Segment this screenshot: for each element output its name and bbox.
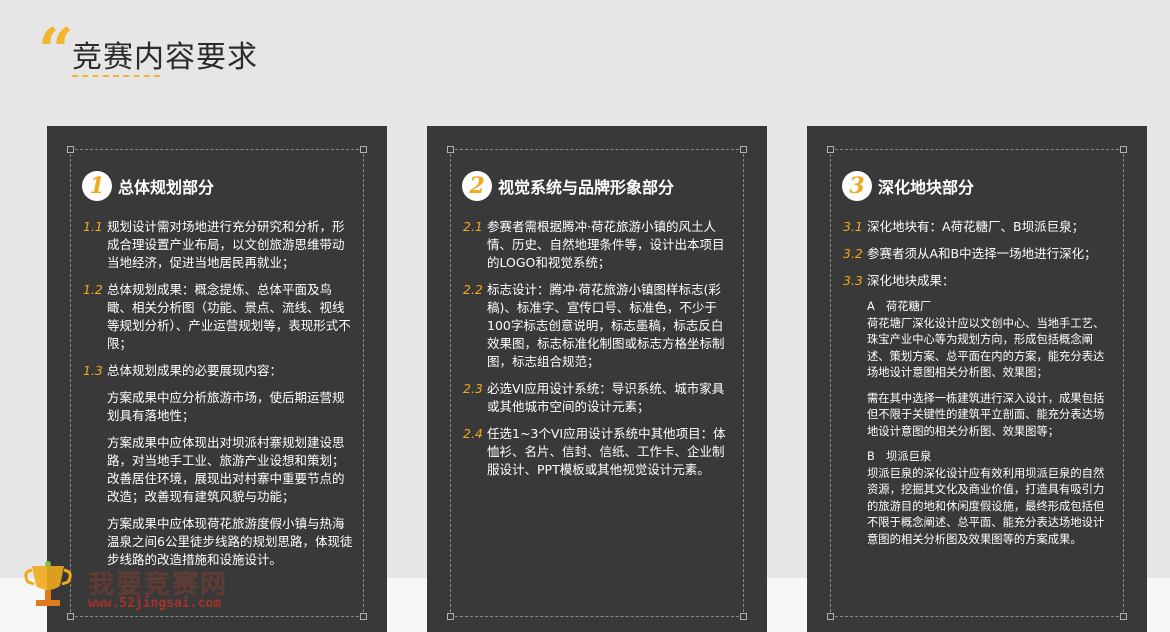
sub-paragraph: 方案成果中应体现出对坝派村寨规划建设思路，对当地手工业、旅游产业设想和策划；改善… <box>107 435 345 504</box>
list-item: 1.2 总体规划成果：概念提炼、总体平面及鸟瞰、相关分析图（功能、景点、流线、视… <box>83 281 355 353</box>
item-number: 3.1 <box>843 219 863 234</box>
card-title: 深化地块部分 <box>878 178 975 197</box>
trophy-logo-icon <box>24 561 72 606</box>
list-item: 2.1 参赛者需根据腾冲·荷花旅游小镇的风土人情、历史、自然地理条件等，设计出本… <box>463 218 735 272</box>
item-number: 1.1 <box>83 219 103 234</box>
frame-corner <box>447 613 454 620</box>
list-item: 2.3 必选VI应用设计系统：导识系统、城市家具或其他城市空间的设计元素； <box>463 380 735 416</box>
card-header: 3 深化地块部分 <box>842 170 974 202</box>
list-item: 1.3 总体规划成果的必要展现内容： <box>83 362 355 380</box>
number-badge: 3 <box>842 171 872 201</box>
list-item: 2.2 标志设计：腾冲·荷花旅游小镇图样标志(彩稿)、标准字、宣传口号、标准色，… <box>463 281 735 371</box>
frame-corner <box>1120 613 1127 620</box>
card-title: 视觉系统与品牌形象部分 <box>498 178 675 197</box>
list-item: 1.1 规划设计需对场地进行充分研究和分析，形成合理设置产业布局，以文创旅游思维… <box>83 218 355 272</box>
item-text: 规划设计需对场地进行充分研究和分析，形成合理设置产业布局，以文创旅游思维带动当地… <box>107 219 345 270</box>
item-text: 参赛者须从A和B中选择一场地进行深化； <box>867 246 1097 261</box>
list-item: 3.3 深化地块成果： <box>843 272 1115 290</box>
item-number: 2.1 <box>463 219 483 234</box>
sub-text: 坝派巨泉的深化设计应有效利用坝派巨泉的自然资源，挖掘其文化及商业价值，打造具有吸… <box>867 466 1105 546</box>
card-header: 2 视觉系统与品牌形象部分 <box>462 170 674 202</box>
number-badge: 1 <box>82 171 112 201</box>
card-visual-system: 2 视觉系统与品牌形象部分 2.1 参赛者需根据腾冲·荷花旅游小镇的风土人情、历… <box>427 126 767 632</box>
item-text: 任选1~3个VI应用设计系统中其他项目：体恤衫、名片、信封、信纸、工作卡、企业制… <box>487 426 726 477</box>
sub-paragraph: A 荷花糖厂 荷花塘厂深化设计应以文创中心、当地手工艺、珠宝产业中心等为规划方向… <box>867 299 1115 382</box>
frame-corner <box>740 613 747 620</box>
card-header: 1 总体规划部分 <box>82 170 214 202</box>
frame-corner <box>740 146 747 153</box>
sub-heading: A 荷花糖厂 <box>867 300 932 313</box>
sub-text: 需在其中选择一栋建筑进行深入设计，成果包括但不限于关键性的建筑平立剖面、能充分表… <box>867 391 1105 438</box>
page-title: 竞赛内容要求 <box>72 40 258 75</box>
frame-corner <box>447 146 454 153</box>
card-body: 1.1 规划设计需对场地进行充分研究和分析，形成合理设置产业布局，以文创旅游思维… <box>83 218 355 578</box>
card-deepening-plots: 3 深化地块部分 3.1 深化地块有：A荷花糖厂、B坝派巨泉； 3.2 参赛者须… <box>807 126 1147 632</box>
item-number: 2.2 <box>463 282 483 297</box>
item-text: 深化地块成果： <box>867 273 955 288</box>
sub-paragraph: 需在其中选择一栋建筑进行深入设计，成果包括但不限于关键性的建筑平立剖面、能充分表… <box>867 391 1115 441</box>
item-number: 2.3 <box>463 381 483 396</box>
frame-corner <box>360 613 367 620</box>
item-text: 标志设计：腾冲·荷花旅游小镇图样标志(彩稿)、标准字、宣传口号、标准色，不少于1… <box>487 282 725 369</box>
item-number: 1.2 <box>83 282 103 297</box>
title-underline <box>72 75 160 77</box>
watermark: 我要竞赛网 www.52jingsai.com <box>18 560 258 620</box>
list-item: 3.1 深化地块有：A荷花糖厂、B坝派巨泉； <box>843 218 1115 236</box>
sub-text: 荷花塘厂深化设计应以文创中心、当地手工艺、珠宝产业中心等为规划方向，形成包括概念… <box>867 316 1105 380</box>
item-text: 参赛者需根据腾冲·荷花旅游小镇的风土人情、历史、自然地理条件等，设计出本项目的L… <box>487 219 725 270</box>
frame-corner <box>827 146 834 153</box>
item-text: 深化地块有：A荷花糖厂、B坝派巨泉； <box>867 219 1085 234</box>
frame-corner <box>360 146 367 153</box>
item-number: 1.3 <box>83 363 103 378</box>
frame-corner <box>827 613 834 620</box>
frame-corner <box>67 146 74 153</box>
watermark-url: www.52jingsai.com <box>88 596 222 611</box>
sub-paragraph: B 坝派巨泉 坝派巨泉的深化设计应有效利用坝派巨泉的自然资源，挖掘其文化及商业价… <box>867 449 1115 548</box>
list-item: 2.4 任选1~3个VI应用设计系统中其他项目：体恤衫、名片、信封、信纸、工作卡… <box>463 425 735 479</box>
card-overall-planning: 1 总体规划部分 1.1 规划设计需对场地进行充分研究和分析，形成合理设置产业布… <box>47 126 387 632</box>
card-body: 2.1 参赛者需根据腾冲·荷花旅游小镇的风土人情、历史、自然地理条件等，设计出本… <box>463 218 735 488</box>
frame-corner <box>1120 146 1127 153</box>
item-text: 总体规划成果的必要展现内容： <box>107 363 283 378</box>
sub-heading: B 坝派巨泉 <box>867 450 932 463</box>
item-number: 2.4 <box>463 426 483 441</box>
card-title: 总体规划部分 <box>118 178 215 197</box>
sub-paragraph: 方案成果中应分析旅游市场，使后期运营规划具有落地性； <box>107 390 345 423</box>
quote-mark-icon: “ <box>38 14 74 87</box>
list-item: 3.2 参赛者须从A和B中选择一场地进行深化； <box>843 245 1115 263</box>
card-body: 3.1 深化地块有：A荷花糖厂、B坝派巨泉； 3.2 参赛者须从A和B中选择一场… <box>843 218 1115 557</box>
item-text: 必选VI应用设计系统：导识系统、城市家具或其他城市空间的设计元素； <box>487 381 725 414</box>
item-number: 3.3 <box>843 273 863 288</box>
item-text: 总体规划成果：概念提炼、总体平面及鸟瞰、相关分析图（功能、景点、流线、视线等规划… <box>107 282 351 351</box>
item-number: 3.2 <box>843 246 863 261</box>
number-badge: 2 <box>462 171 492 201</box>
